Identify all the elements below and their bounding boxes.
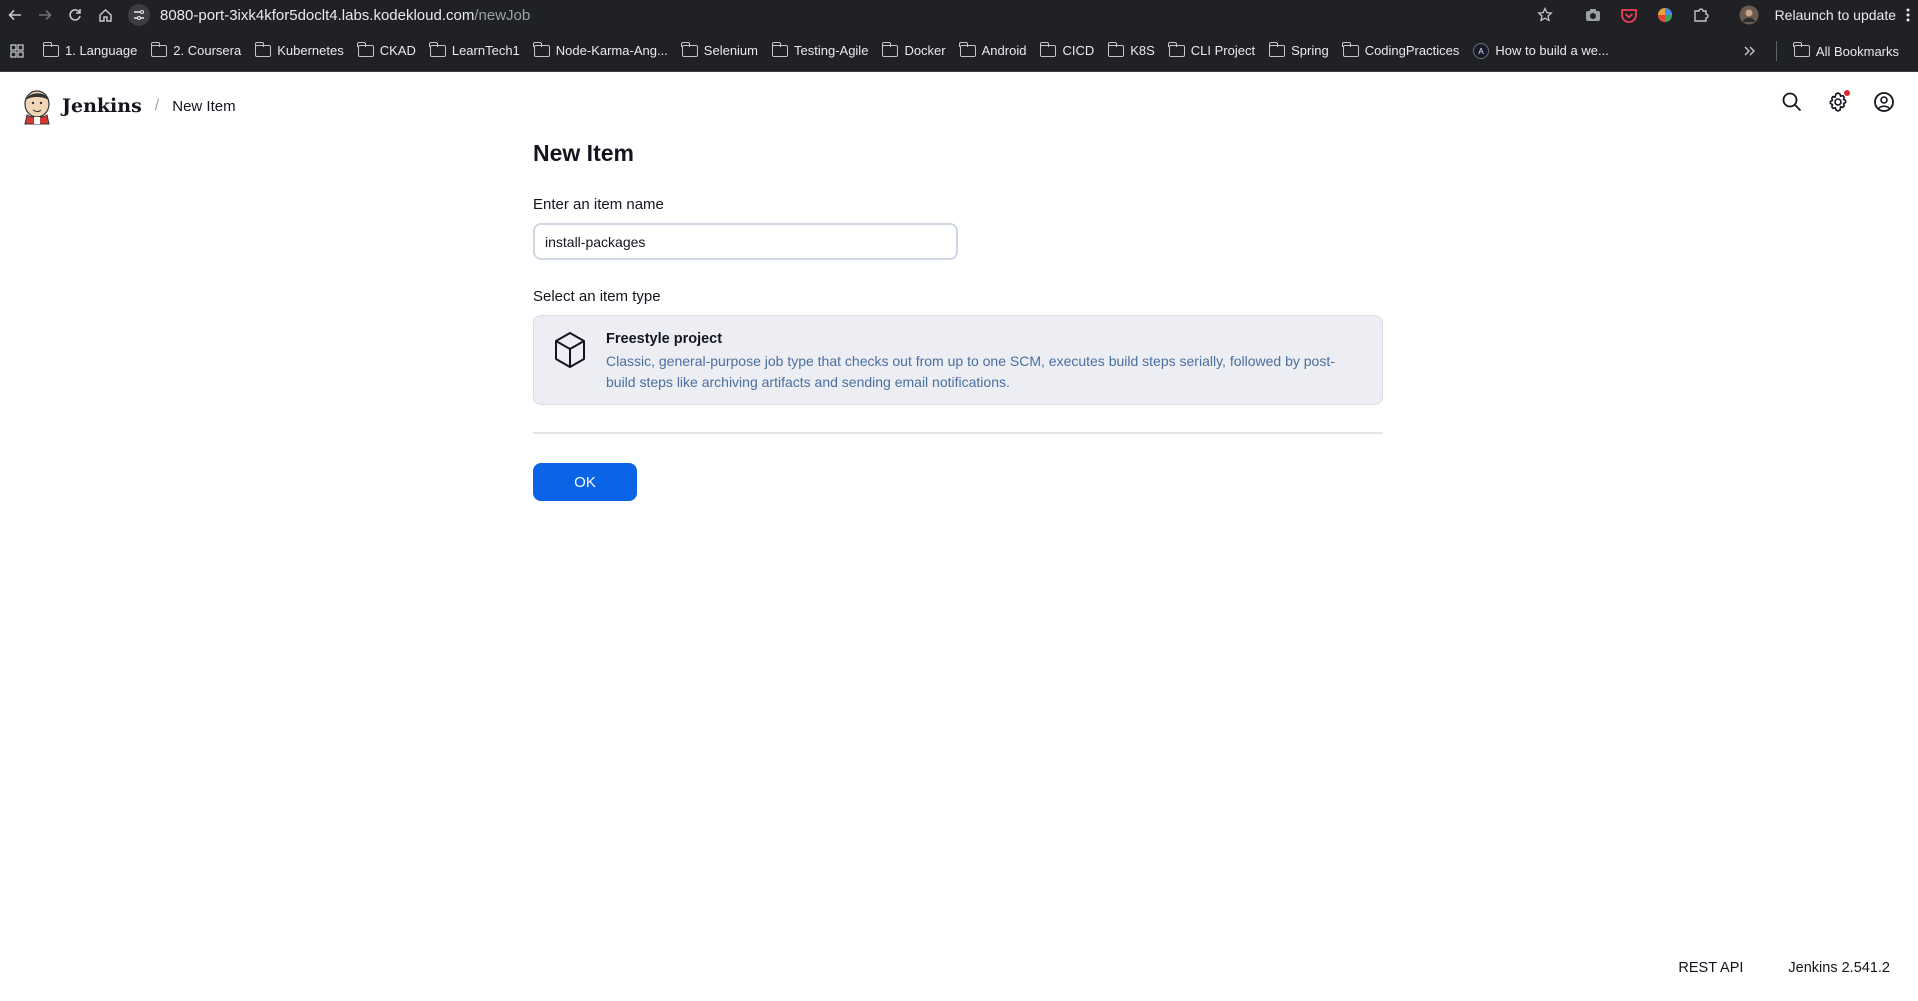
jenkins-logo-icon[interactable] xyxy=(22,87,52,125)
bookmark-cicd[interactable]: CICD xyxy=(1033,37,1101,65)
all-bookmarks-label: All Bookmarks xyxy=(1815,43,1899,59)
folder-icon xyxy=(1107,41,1125,57)
bookmark-label: 2. Coursera xyxy=(173,43,242,58)
user-account-icon[interactable] xyxy=(1872,90,1896,114)
bookmark-label: CLI Project xyxy=(1190,43,1256,58)
browser-toolbar: 8080-port-3ixk4kfor5doclt4.labs.kodeklou… xyxy=(0,0,1918,30)
url-path: /newJob xyxy=(474,6,531,24)
folder-icon xyxy=(254,41,272,57)
folder-icon xyxy=(42,41,59,57)
folder-icon xyxy=(959,41,976,57)
home-icon[interactable] xyxy=(90,0,120,30)
folder-icon xyxy=(1342,41,1359,57)
form-divider xyxy=(533,432,1383,434)
bookmark-label: CKAD xyxy=(379,43,416,58)
camera-extension-icon[interactable] xyxy=(1575,0,1611,30)
bookmark-cli-project[interactable]: CLI Project xyxy=(1162,37,1262,65)
rest-api-link[interactable]: REST API xyxy=(1678,960,1743,976)
bookmark-label: LearnTech1 xyxy=(451,43,520,58)
profile-avatar-icon[interactable] xyxy=(1731,0,1767,30)
bookmark-android[interactable]: Android xyxy=(953,37,1034,65)
bookmark-codingpractices[interactable]: CodingPractices xyxy=(1336,37,1467,65)
jenkins-brand[interactable]: Jenkins xyxy=(62,95,142,117)
bookmark-selenium[interactable]: Selenium xyxy=(675,37,765,65)
item-type-title: Freestyle project xyxy=(606,331,723,347)
bookmark-label: Docker xyxy=(904,43,946,58)
bookmark-label: K8S xyxy=(1130,43,1155,58)
item-type-label: Select an item type xyxy=(533,288,661,305)
jenkins-header: Jenkins / New Item xyxy=(0,72,1918,140)
bookmark-node-karma[interactable]: Node-Karma-Ang... xyxy=(527,37,675,65)
folder-icon xyxy=(771,41,788,57)
svg-text:A: A xyxy=(1479,47,1485,56)
bookmarks-bar: 1. Language 2. Coursera Kubernetes CKAD … xyxy=(0,30,1918,72)
bookmark-label: CodingPractices xyxy=(1364,43,1460,58)
item-type-description: Classic, general-purpose job type that c… xyxy=(606,353,1335,390)
item-name-input[interactable] xyxy=(533,223,958,260)
package-icon xyxy=(555,332,585,368)
jenkins-version-link[interactable]: Jenkins 2.541.2 xyxy=(1788,960,1890,976)
folder-icon xyxy=(429,41,446,57)
site-settings-icon[interactable] xyxy=(128,4,150,26)
folder-icon xyxy=(150,41,168,57)
more-bookmarks-chevron-icon[interactable] xyxy=(1734,37,1766,65)
pocket-extension-icon[interactable] xyxy=(1611,0,1647,30)
folder-icon xyxy=(681,41,698,57)
bookmark-k8s[interactable]: K8S xyxy=(1101,37,1162,65)
manage-jenkins-gear-icon[interactable] xyxy=(1826,90,1850,114)
extensions-puzzle-icon[interactable] xyxy=(1683,0,1719,30)
page-title: New Item xyxy=(533,140,634,166)
bookmark-label: Android xyxy=(981,43,1027,58)
address-bar[interactable]: 8080-port-3ixk4kfor5doclt4.labs.kodeklou… xyxy=(160,7,530,24)
url-host: 8080-port-3ixk4kfor5doclt4.labs.kodeklou… xyxy=(160,6,475,24)
page-footer: REST API Jenkins 2.541.2 xyxy=(1678,960,1890,976)
item-name-label: Enter an item name xyxy=(533,196,664,213)
bookmark-docker[interactable]: Docker xyxy=(875,37,952,65)
bookmark-label: How to build a we... xyxy=(1495,43,1609,58)
folder-icon xyxy=(1039,41,1057,57)
breadcrumb-separator: / xyxy=(154,97,160,114)
bookmark-label: Node-Karma-Ang... xyxy=(555,43,668,58)
folder-icon xyxy=(881,41,899,57)
folder-icon xyxy=(357,41,374,57)
bookmark-testing-agile[interactable]: Testing-Agile xyxy=(765,37,875,65)
bookmark-label: Testing-Agile xyxy=(794,43,869,58)
bookmark-label: 1. Language xyxy=(65,43,138,58)
item-type-freestyle-project[interactable]: Freestyle project Classic, general-purpo… xyxy=(533,315,1383,405)
more-vert-icon xyxy=(1906,8,1910,22)
apps-grid-icon[interactable] xyxy=(8,37,36,65)
bookmark-language[interactable]: 1. Language xyxy=(36,37,144,65)
relaunch-button[interactable]: Relaunch to update xyxy=(1775,7,1910,23)
notification-dot xyxy=(1844,90,1850,96)
ok-button[interactable]: OK xyxy=(533,463,637,501)
relaunch-label: Relaunch to update xyxy=(1774,7,1896,23)
reload-icon[interactable] xyxy=(60,0,90,30)
breadcrumb-new-item[interactable]: New Item xyxy=(172,98,235,115)
bookmark-label: Kubernetes xyxy=(277,43,344,58)
bookmark-ckad[interactable]: CKAD xyxy=(351,37,423,65)
bookmark-coursera[interactable]: 2. Coursera xyxy=(144,37,248,65)
forward-icon[interactable] xyxy=(30,0,60,30)
bookmark-label: Selenium xyxy=(703,43,758,58)
site-icon: A xyxy=(1473,42,1490,59)
folder-icon xyxy=(533,41,550,57)
search-icon[interactable] xyxy=(1780,90,1804,114)
folder-icon xyxy=(1168,41,1185,57)
bookmark-label: CICD xyxy=(1062,43,1095,58)
back-icon[interactable] xyxy=(0,0,30,30)
bookmark-label: Spring xyxy=(1291,43,1329,58)
folder-icon xyxy=(1793,42,1810,57)
bookmarks-divider xyxy=(1775,41,1777,61)
bookmark-kubernetes[interactable]: Kubernetes xyxy=(248,37,351,65)
all-bookmarks[interactable]: All Bookmarks xyxy=(1787,37,1906,65)
folder-icon xyxy=(1268,41,1286,57)
bookmark-learntech1[interactable]: LearnTech1 xyxy=(423,37,527,65)
color-extension-icon[interactable] xyxy=(1647,0,1683,30)
bookmark-star-icon[interactable] xyxy=(1527,0,1563,30)
bookmark-how-to-build[interactable]: A How to build a we... xyxy=(1466,37,1615,65)
bookmark-spring[interactable]: Spring xyxy=(1262,37,1336,65)
